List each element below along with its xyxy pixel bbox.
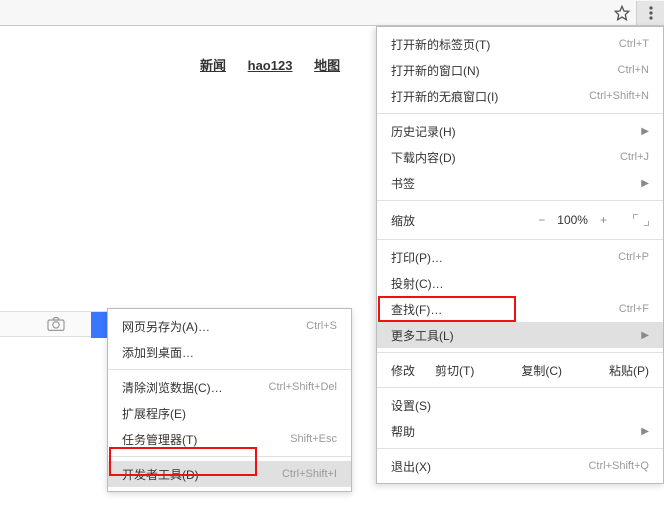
- menu-label: 查找(F)…: [391, 301, 619, 318]
- menu-label: 退出(X): [391, 458, 588, 475]
- menu-cast[interactable]: 投射(C)…: [377, 270, 663, 296]
- menu-history[interactable]: 历史记录(H) ▶: [377, 118, 663, 144]
- edit-label: 修改: [391, 362, 415, 379]
- menu-label: 打开新的无痕窗口(I): [391, 88, 589, 105]
- zoom-in-button[interactable]: +: [600, 213, 607, 227]
- bookmark-star-button[interactable]: [608, 1, 636, 25]
- menu-edit: 修改 剪切(T) 复制(C) 粘贴(P): [377, 357, 663, 383]
- browser-toolbar: [0, 0, 664, 26]
- menu-label: 帮助: [391, 423, 635, 440]
- menu-zoom: 缩放 − 100% +: [377, 205, 663, 235]
- menu-label: 网页另存为(A)…: [122, 318, 306, 335]
- submenu-developer-tools[interactable]: 开发者工具(D) Ctrl+Shift+I: [108, 461, 351, 487]
- menu-label: 打印(P)…: [391, 249, 618, 266]
- fullscreen-icon[interactable]: [633, 214, 649, 226]
- submenu-task-manager[interactable]: 任务管理器(T) Shift+Esc: [108, 426, 351, 452]
- menu-label: 更多工具(L): [391, 327, 635, 344]
- submenu-clear-browsing-data[interactable]: 清除浏览数据(C)… Ctrl+Shift+Del: [108, 374, 351, 400]
- menu-label: 打开新的窗口(N): [391, 62, 618, 79]
- menu-separator: [377, 387, 663, 388]
- edit-paste[interactable]: 粘贴(P): [609, 362, 649, 379]
- menu-shortcut: Ctrl+Shift+N: [589, 90, 649, 102]
- menu-more-tools[interactable]: 更多工具(L) ▶: [377, 322, 663, 348]
- menu-separator: [108, 456, 351, 457]
- menu-new-tab[interactable]: 打开新的标签页(T) Ctrl+T: [377, 31, 663, 57]
- menu-label: 清除浏览数据(C)…: [122, 379, 269, 396]
- edit-copy[interactable]: 复制(C): [521, 362, 562, 379]
- more-tools-submenu: 网页另存为(A)… Ctrl+S 添加到桌面… 清除浏览数据(C)… Ctrl+…: [107, 308, 352, 492]
- menu-separator: [377, 113, 663, 114]
- menu-print[interactable]: 打印(P)… Ctrl+P: [377, 244, 663, 270]
- menu-help[interactable]: 帮助 ▶: [377, 418, 663, 444]
- menu-settings[interactable]: 设置(S): [377, 392, 663, 418]
- menu-new-incognito[interactable]: 打开新的无痕窗口(I) Ctrl+Shift+N: [377, 83, 663, 109]
- submenu-add-to-desktop[interactable]: 添加到桌面…: [108, 339, 351, 365]
- menu-exit[interactable]: 退出(X) Ctrl+Shift+Q: [377, 453, 663, 479]
- chevron-right-icon: ▶: [641, 426, 649, 437]
- menu-label: 书签: [391, 175, 635, 192]
- menu-label: 投射(C)…: [391, 275, 649, 292]
- nav-news[interactable]: 新闻: [200, 58, 226, 73]
- menu-shortcut: Ctrl+J: [620, 151, 649, 163]
- menu-label: 设置(S): [391, 397, 649, 414]
- edit-cut[interactable]: 剪切(T): [435, 362, 474, 379]
- camera-icon[interactable]: [46, 316, 66, 332]
- menu-shortcut: Ctrl+N: [618, 64, 649, 76]
- zoom-label: 缩放: [391, 212, 538, 229]
- menu-shortcut: Ctrl+P: [618, 251, 649, 263]
- nav-hao123[interactable]: hao123: [248, 58, 293, 73]
- search-strip: [0, 311, 107, 337]
- menu-label: 下载内容(D): [391, 149, 620, 166]
- page-nav-links: 新闻 hao123 地图: [200, 55, 358, 74]
- browser-menu-button[interactable]: [636, 1, 664, 25]
- nav-map[interactable]: 地图: [314, 58, 340, 73]
- menu-find[interactable]: 查找(F)… Ctrl+F: [377, 296, 663, 322]
- submenu-save-as[interactable]: 网页另存为(A)… Ctrl+S: [108, 313, 351, 339]
- browser-main-menu: 打开新的标签页(T) Ctrl+T 打开新的窗口(N) Ctrl+N 打开新的无…: [376, 26, 664, 484]
- menu-label: 开发者工具(D): [122, 466, 282, 483]
- zoom-percent: 100%: [557, 213, 588, 227]
- menu-shortcut: Ctrl+Shift+I: [282, 468, 337, 480]
- menu-new-window[interactable]: 打开新的窗口(N) Ctrl+N: [377, 57, 663, 83]
- zoom-out-button[interactable]: −: [538, 213, 545, 227]
- menu-separator: [377, 239, 663, 240]
- menu-label: 历史记录(H): [391, 123, 635, 140]
- menu-separator: [377, 200, 663, 201]
- chevron-right-icon: ▶: [641, 178, 649, 189]
- submenu-extensions[interactable]: 扩展程序(E): [108, 400, 351, 426]
- chevron-right-icon: ▶: [641, 126, 649, 137]
- menu-shortcut: Ctrl+S: [306, 320, 337, 332]
- menu-shortcut: Ctrl+F: [619, 303, 649, 315]
- menu-shortcut: Ctrl+Shift+Q: [588, 460, 649, 472]
- menu-shortcut: Ctrl+T: [619, 38, 649, 50]
- menu-bookmarks[interactable]: 书签 ▶: [377, 170, 663, 196]
- kebab-icon: [649, 6, 653, 20]
- menu-label: 任务管理器(T): [122, 431, 290, 448]
- chevron-right-icon: ▶: [641, 330, 649, 341]
- menu-shortcut: Ctrl+Shift+Del: [269, 381, 337, 393]
- menu-label: 打开新的标签页(T): [391, 36, 619, 53]
- menu-label: 添加到桌面…: [122, 344, 337, 361]
- star-icon: [614, 5, 630, 21]
- menu-downloads[interactable]: 下载内容(D) Ctrl+J: [377, 144, 663, 170]
- menu-separator: [377, 352, 663, 353]
- menu-separator: [108, 369, 351, 370]
- menu-separator: [377, 448, 663, 449]
- menu-shortcut: Shift+Esc: [290, 433, 337, 445]
- search-button-edge[interactable]: [91, 312, 107, 338]
- menu-label: 扩展程序(E): [122, 405, 337, 422]
